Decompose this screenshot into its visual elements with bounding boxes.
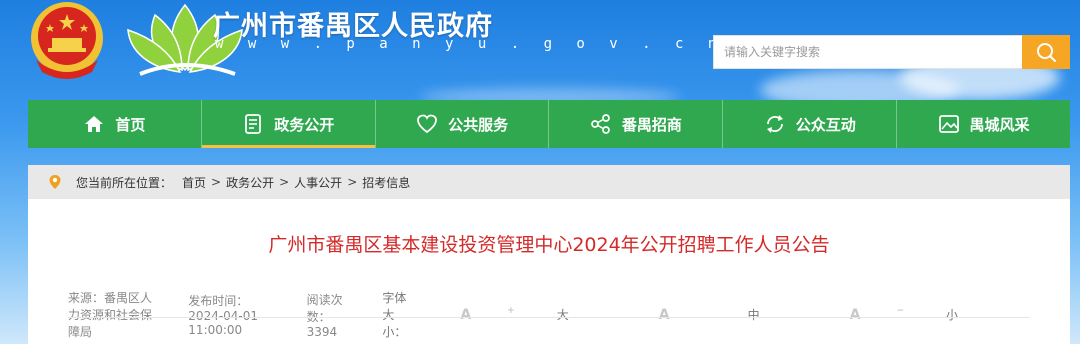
article-panel: 广州市番禺区基本建设投资管理中心2024年公开招聘工作人员公告 来源：番禺区人力… (28, 199, 1070, 344)
nav-item-government-affairs[interactable]: 政务公开 (201, 100, 376, 148)
font-medium-glyph: A (658, 307, 670, 323)
font-size-control: 字体大小： A + 大 A 中 A − 小 (382, 289, 1030, 340)
breadcrumb-link-personnel[interactable]: 人事公开 (294, 174, 342, 191)
article-meta: 来源：番禺区人力资源和社会保障局 发布时间：2024-04-01 11:00:0… (68, 289, 1030, 340)
font-size-small-button[interactable]: A − 小 (850, 306, 994, 323)
main-nav: 首页 政务公开 公共服务 番禺招商 公众互动 禺城风采 (28, 100, 1070, 148)
article-title: 广州市番禺区基本建设投资管理中心2024年公开招聘工作人员公告 (268, 234, 830, 256)
nav-label: 公众互动 (795, 115, 856, 134)
font-size-medium-button[interactable]: A 中 (659, 306, 796, 323)
nav-label: 公共服务 (448, 115, 509, 134)
search-input[interactable] (713, 35, 1022, 69)
font-size-label: 字体大小： (382, 291, 407, 339)
article-publish-time: 发布时间：2024-04-01 11:00:00 (188, 294, 259, 337)
breadcrumb-link-recruitment[interactable]: 招考信息 (362, 174, 410, 191)
search-button[interactable] (1022, 35, 1070, 69)
breadcrumb-label: 您当前所在位置： (76, 175, 173, 190)
font-size-medium-label: 中 (747, 308, 760, 322)
nav-label: 番禺招商 (621, 115, 682, 134)
nav-label: 首页 (115, 115, 146, 134)
refresh-icon (766, 115, 783, 133)
heart-icon (417, 114, 437, 134)
meta-divider (68, 317, 1030, 318)
nav-item-public-service[interactable]: 公共服务 (376, 100, 550, 148)
site-url: w w w . p a n y u . g o v . c n (215, 36, 725, 52)
location-pin-icon (49, 175, 61, 189)
font-size-large-button[interactable]: A + 大 (460, 306, 604, 323)
nav-item-investment[interactable]: 番禺招商 (549, 100, 724, 148)
search-icon (1037, 43, 1056, 62)
document-icon (245, 114, 262, 134)
home-icon (85, 116, 104, 132)
image-icon (938, 115, 959, 133)
breadcrumb-separator: > (347, 175, 358, 189)
font-size-large-label: 大 (556, 308, 569, 322)
breadcrumb-separator: > (211, 175, 222, 189)
font-large-glyph: A + (460, 306, 515, 323)
nav-label: 政务公开 (274, 115, 335, 134)
breadcrumb-link-home[interactable]: 首页 (182, 174, 206, 191)
share-icon (591, 114, 610, 134)
nav-item-home[interactable]: 首页 (28, 100, 202, 148)
article-view-count: 阅读次数：3394 (306, 292, 343, 339)
breadcrumb-link-government-affairs[interactable]: 政务公开 (226, 174, 274, 191)
national-emblem-icon (31, 2, 103, 79)
article-source: 来源：番禺区人力资源和社会保障局 (68, 291, 153, 339)
font-size-small-label: 小 (945, 308, 958, 322)
breadcrumb: 您当前所在位置： 首页 > 政务公开 > 人事公开 > 招考信息 (28, 165, 1070, 199)
nav-item-interaction[interactable]: 公众互动 (723, 100, 898, 148)
nav-item-city-style[interactable]: 禺城风采 (897, 100, 1070, 148)
nav-label: 禺城风采 (969, 115, 1030, 134)
font-small-glyph: A − (849, 306, 904, 323)
breadcrumb-separator: > (279, 175, 290, 189)
